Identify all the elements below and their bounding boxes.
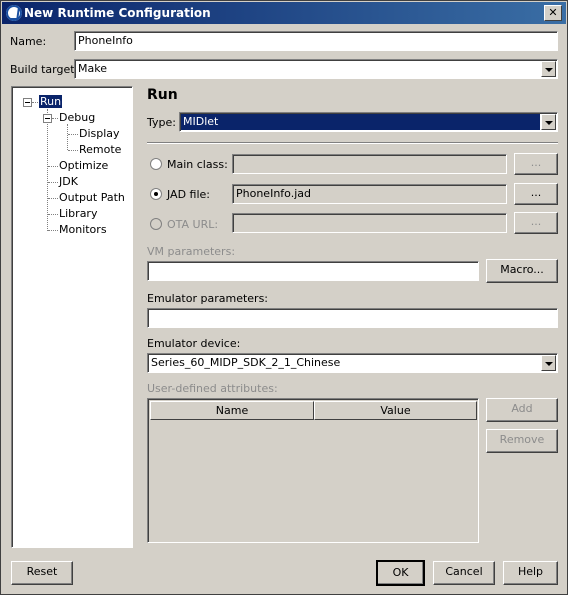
emulator-device-value: Series_60_MIDP_SDK_2_1_Chinese — [151, 356, 341, 369]
cancel-button[interactable]: Cancel — [433, 561, 495, 585]
dialog-window: New Runtime Configuration ✕ Name: PhoneI… — [0, 0, 568, 595]
close-icon[interactable]: ✕ — [544, 5, 562, 21]
tree-item-library[interactable]: Library — [59, 207, 97, 220]
tree-line — [68, 134, 78, 136]
tree-line — [32, 102, 38, 104]
chevron-down-icon[interactable] — [541, 355, 556, 371]
type-value: MIDlet — [181, 114, 540, 130]
main-class-label: Main class: — [167, 158, 228, 171]
column-header-name[interactable]: Name — [150, 401, 314, 420]
help-button[interactable]: Help — [503, 561, 558, 585]
tree-line — [48, 166, 58, 168]
jad-file-input[interactable]: PhoneInfo.jad — [232, 184, 507, 204]
main-class-browse-button[interactable]: ... — [514, 153, 558, 175]
chevron-down-icon[interactable] — [541, 114, 556, 130]
jad-file-browse-button[interactable]: ... — [514, 183, 558, 205]
title-bar[interactable]: New Runtime Configuration ✕ — [2, 2, 566, 24]
tree-line — [48, 198, 58, 200]
ota-url-radio[interactable] — [150, 218, 162, 230]
macro-button[interactable]: Macro... — [486, 259, 558, 283]
tree-line — [47, 109, 49, 231]
vm-params-label: VM parameters: — [147, 245, 236, 258]
main-class-input[interactable] — [232, 154, 507, 174]
config-tree: Run Debug Display Remote Optimize JDK Ou… — [11, 86, 133, 548]
tree-item-run[interactable]: Run — [39, 95, 63, 108]
tree-item-monitors[interactable]: Monitors — [59, 223, 107, 236]
jad-file-label: JAD file: — [167, 188, 211, 201]
divider — [147, 142, 558, 144]
panel-title: Run — [147, 87, 178, 103]
tree-item-debug[interactable]: Debug — [59, 111, 95, 124]
window-title: New Runtime Configuration — [24, 6, 211, 20]
tree-item-jdk[interactable]: JDK — [59, 175, 78, 188]
column-header-value[interactable]: Value — [314, 401, 477, 420]
chevron-down-icon[interactable] — [541, 61, 556, 77]
ota-url-browse-button[interactable]: ... — [514, 212, 558, 234]
ok-button[interactable]: OK — [376, 560, 425, 586]
tree-line — [67, 124, 69, 150]
name-input[interactable]: PhoneInfo — [74, 31, 558, 51]
tree-line — [52, 118, 58, 120]
main-class-radio[interactable] — [150, 158, 162, 170]
emulator-params-label: Emulator parameters: — [147, 292, 269, 305]
tree-item-display[interactable]: Display — [79, 127, 120, 140]
type-label: Type: — [147, 116, 176, 129]
tree-item-output-path[interactable]: Output Path — [59, 191, 125, 204]
tree-line — [48, 182, 58, 184]
jad-file-radio[interactable] — [150, 188, 162, 200]
tree-line — [68, 150, 78, 152]
reset-button[interactable]: Reset — [11, 561, 73, 585]
build-target-value: Make — [78, 62, 107, 75]
app-icon — [6, 5, 22, 21]
type-select[interactable]: MIDlet — [179, 112, 558, 132]
attributes-table[interactable]: Name Value — [147, 398, 479, 543]
ota-url-label: OTA URL: — [167, 218, 219, 231]
emulator-device-select[interactable]: Series_60_MIDP_SDK_2_1_Chinese — [147, 353, 558, 373]
tree-line — [48, 214, 58, 216]
collapse-run-icon[interactable] — [23, 98, 32, 107]
emulator-device-label: Emulator device: — [147, 337, 241, 350]
build-target-label: Build target: — [10, 63, 79, 76]
attributes-label: User-defined attributes: — [147, 382, 278, 395]
ota-url-input[interactable] — [232, 213, 507, 233]
tree-item-remote[interactable]: Remote — [79, 143, 121, 156]
build-target-select[interactable]: Make — [74, 59, 558, 79]
add-button[interactable]: Add — [486, 398, 558, 422]
collapse-debug-icon[interactable] — [43, 114, 52, 123]
remove-button[interactable]: Remove — [486, 429, 558, 453]
name-label: Name: — [10, 35, 47, 48]
vm-params-input[interactable] — [147, 261, 479, 281]
tree-line — [48, 230, 58, 232]
tree-item-optimize[interactable]: Optimize — [59, 159, 108, 172]
emulator-params-input[interactable] — [147, 308, 558, 328]
